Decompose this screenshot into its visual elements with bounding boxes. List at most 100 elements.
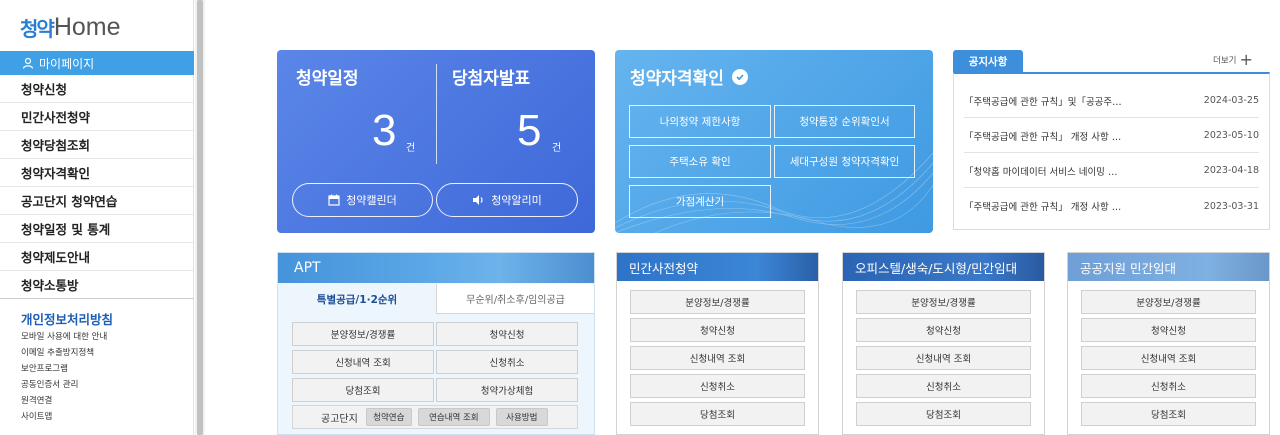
- tab-special-supply[interactable]: 특별공급/1·2순위: [278, 284, 436, 314]
- calendar-icon: [328, 194, 340, 206]
- divider: [436, 64, 437, 164]
- sidebar-item-practice[interactable]: 공고단지 청약연습: [0, 187, 194, 215]
- private-winning-button[interactable]: 당첨조회: [630, 402, 805, 426]
- logo-english: Home: [53, 12, 121, 41]
- notice-date: 2023-05-10: [1203, 130, 1259, 141]
- sidebar-sub-links: 모바일 사용에 대한 안내 이메일 추출방지정책 보안프로그램 공동인증서 관리…: [21, 329, 107, 425]
- notice-date: 2023-03-31: [1203, 200, 1259, 212]
- notice-tab[interactable]: 공지사항: [953, 50, 1023, 72]
- apt-cancel-button[interactable]: 신청취소: [436, 350, 578, 374]
- notice-title: 「주택공급에 관한 규칙」및「공공주…: [964, 96, 1122, 108]
- practice-label: 공고단지: [321, 413, 358, 425]
- notice-row[interactable]: 「주택공급에 관한 규칙」 개정 사항 … 2023-03-31: [964, 189, 1259, 223]
- logo-korean: 청약: [20, 16, 55, 41]
- winners-count: 5: [517, 106, 542, 155]
- officetel-header: 오피스텔/생숙/도시형/민간임대: [843, 253, 1044, 281]
- schedule-card: 청약일정 당첨자발표 3 건 5 건 청약캘린더 청약알리미: [277, 50, 595, 233]
- notice-list: 「주택공급에 관한 규칙」및「공공주… 2024-03-25 「주택공급에 관한…: [953, 72, 1270, 230]
- notice-date: 2024-03-25: [1203, 95, 1259, 106]
- notice-row[interactable]: 「주택공급에 관한 규칙」및「공공주… 2024-03-25: [964, 84, 1259, 118]
- sidebar: 청약 Home 마이페이지 청약신청 민간사전청약 청약당첨조회 청약자격확인 …: [0, 0, 194, 435]
- practice-button[interactable]: 청약연습: [365, 408, 412, 426]
- more-label: 더보기: [1213, 56, 1237, 66]
- notice-row[interactable]: 「주택공급에 관한 규칙」 개정 사항 … 2023-05-10: [964, 119, 1259, 153]
- schedule-title[interactable]: 청약일정: [296, 64, 359, 89]
- alarm-button[interactable]: 청약알리미: [436, 183, 578, 217]
- sidebar-item-winning-inquiry[interactable]: 청약당첨조회: [0, 131, 194, 159]
- sidebar-nav: 청약신청 민간사전청약 청약당첨조회 청약자격확인 공고단지 청약연습 청약일정…: [0, 75, 194, 299]
- public-rental-card: 공공지원 민간임대 분양정보/경쟁률 청약신청 신청내역 조회 신청취소 당첨조…: [1067, 252, 1270, 435]
- officetel-sale-info-button[interactable]: 분양정보/경쟁률: [856, 290, 1031, 314]
- officetel-cancel-button[interactable]: 신청취소: [856, 374, 1031, 398]
- qualification-title: 청약자격확인: [630, 64, 748, 89]
- schedule-count-unit: 건: [406, 143, 416, 154]
- public-sale-info-button[interactable]: 분양정보/경쟁률: [1081, 290, 1256, 314]
- score-calculator-button[interactable]: 가점계산기: [629, 185, 771, 218]
- notice-title: 「청약홈 마이데이터 서비스 네이밍 …: [964, 166, 1118, 178]
- sub-link-certificate[interactable]: 공동인증서 관리: [21, 377, 107, 393]
- sidebar-item-community[interactable]: 청약소통방: [0, 271, 194, 299]
- public-winning-button[interactable]: 당첨조회: [1081, 402, 1256, 426]
- officetel-card: 오피스텔/생숙/도시형/민간임대 분양정보/경쟁률 청약신청 신청내역 조회 신…: [842, 252, 1045, 435]
- sub-link-mobile-guide[interactable]: 모바일 사용에 대한 안내: [21, 329, 107, 345]
- public-apply-button[interactable]: 청약신청: [1081, 318, 1256, 342]
- sidebar-item-schedule-stats[interactable]: 청약일정 및 통계: [0, 215, 194, 243]
- apt-sale-info-button[interactable]: 분양정보/경쟁률: [292, 322, 434, 346]
- sub-link-email-policy[interactable]: 이메일 추출방지정책: [21, 345, 107, 361]
- plus-icon: +: [1239, 50, 1253, 69]
- apt-card: APT 특별공급/1·2순위 무순위/취소후/임의공급 분양정보/경쟁률 청약신…: [277, 252, 595, 435]
- privacy-policy-link[interactable]: 개인정보처리방침: [21, 309, 113, 328]
- notice-title: 「주택공급에 관한 규칙」 개정 사항 …: [964, 131, 1122, 143]
- sidebar-item-system-guide[interactable]: 청약제도안내: [0, 243, 194, 271]
- private-header: 민간사전청약: [617, 253, 818, 281]
- practice-row: 공고단지 청약연습 연습내역 조회 사용방법: [292, 405, 578, 429]
- account-rank-button[interactable]: 청약통장 순위확인서: [774, 105, 915, 138]
- officetel-apply-button[interactable]: 청약신청: [856, 318, 1031, 342]
- more-link[interactable]: 더보기 +: [1213, 50, 1253, 69]
- notice-title: 「주택공급에 관한 규칙」 개정 사항 …: [964, 202, 1122, 213]
- sub-link-security-program[interactable]: 보안프로그램: [21, 361, 107, 377]
- mypage-link[interactable]: 마이페이지: [0, 51, 194, 75]
- apt-virtual-experience-button[interactable]: 청약가상체험: [436, 378, 578, 402]
- house-ownership-button[interactable]: 주택소유 확인: [629, 145, 771, 178]
- winners-title[interactable]: 당첨자발표: [452, 64, 530, 89]
- private-history-button[interactable]: 신청내역 조회: [630, 346, 805, 370]
- private-card: 민간사전청약 분양정보/경쟁률 청약신청 신청내역 조회 신청취소 당첨조회: [616, 252, 819, 435]
- apt-header: APT: [278, 253, 594, 283]
- practice-history-button[interactable]: 연습내역 조회: [417, 408, 490, 426]
- sidebar-item-qualification[interactable]: 청약자격확인: [0, 159, 194, 187]
- qualification-card: 청약자격확인 나의청약 제한사항 청약통장 순위확인서 주택소유 확인 세대구성…: [615, 50, 933, 233]
- alarm-button-label: 청약알리미: [491, 194, 542, 207]
- private-sale-info-button[interactable]: 분양정보/경쟁률: [630, 290, 805, 314]
- public-cancel-button[interactable]: 신청취소: [1081, 374, 1256, 398]
- schedule-count: 3: [372, 106, 397, 155]
- user-icon: [22, 57, 34, 69]
- calendar-button[interactable]: 청약캘린더: [292, 183, 433, 217]
- officetel-winning-button[interactable]: 당첨조회: [856, 402, 1031, 426]
- public-history-button[interactable]: 신청내역 조회: [1081, 346, 1256, 370]
- officetel-history-button[interactable]: 신청내역 조회: [856, 346, 1031, 370]
- check-circle-icon: [731, 68, 748, 85]
- private-apply-button[interactable]: 청약신청: [630, 318, 805, 342]
- site-logo[interactable]: 청약 Home: [20, 10, 121, 44]
- mypage-label: 마이페이지: [39, 56, 95, 71]
- winners-count-unit: 건: [552, 143, 562, 154]
- apt-history-button[interactable]: 신청내역 조회: [292, 350, 434, 374]
- sub-link-remote[interactable]: 원격연결: [21, 393, 107, 409]
- sidebar-scroll-thumb[interactable]: [197, 0, 203, 435]
- sidebar-item-apply[interactable]: 청약신청: [0, 75, 194, 103]
- notice-row[interactable]: 「청약홈 마이데이터 서비스 네이밍 … 2023-04-18: [964, 154, 1259, 188]
- household-qualification-button[interactable]: 세대구성원 청약자격확인: [774, 145, 915, 178]
- sidebar-item-private-pre-subscription[interactable]: 민간사전청약: [0, 103, 194, 131]
- apt-apply-button[interactable]: 청약신청: [436, 322, 578, 346]
- qualification-title-text: 청약자격확인: [630, 69, 724, 89]
- speaker-icon: [473, 195, 483, 205]
- private-cancel-button[interactable]: 신청취소: [630, 374, 805, 398]
- public-rental-header: 공공지원 민간임대: [1068, 253, 1269, 281]
- usage-guide-button[interactable]: 사용방법: [495, 408, 548, 426]
- my-restrictions-button[interactable]: 나의청약 제한사항: [629, 105, 771, 138]
- notice-date: 2023-04-18: [1203, 165, 1259, 176]
- tab-unranked-supply[interactable]: 무순위/취소후/임의공급: [436, 284, 594, 314]
- sub-link-sitemap[interactable]: 사이트맵: [21, 409, 107, 425]
- apt-winning-button[interactable]: 당첨조회: [292, 378, 434, 402]
